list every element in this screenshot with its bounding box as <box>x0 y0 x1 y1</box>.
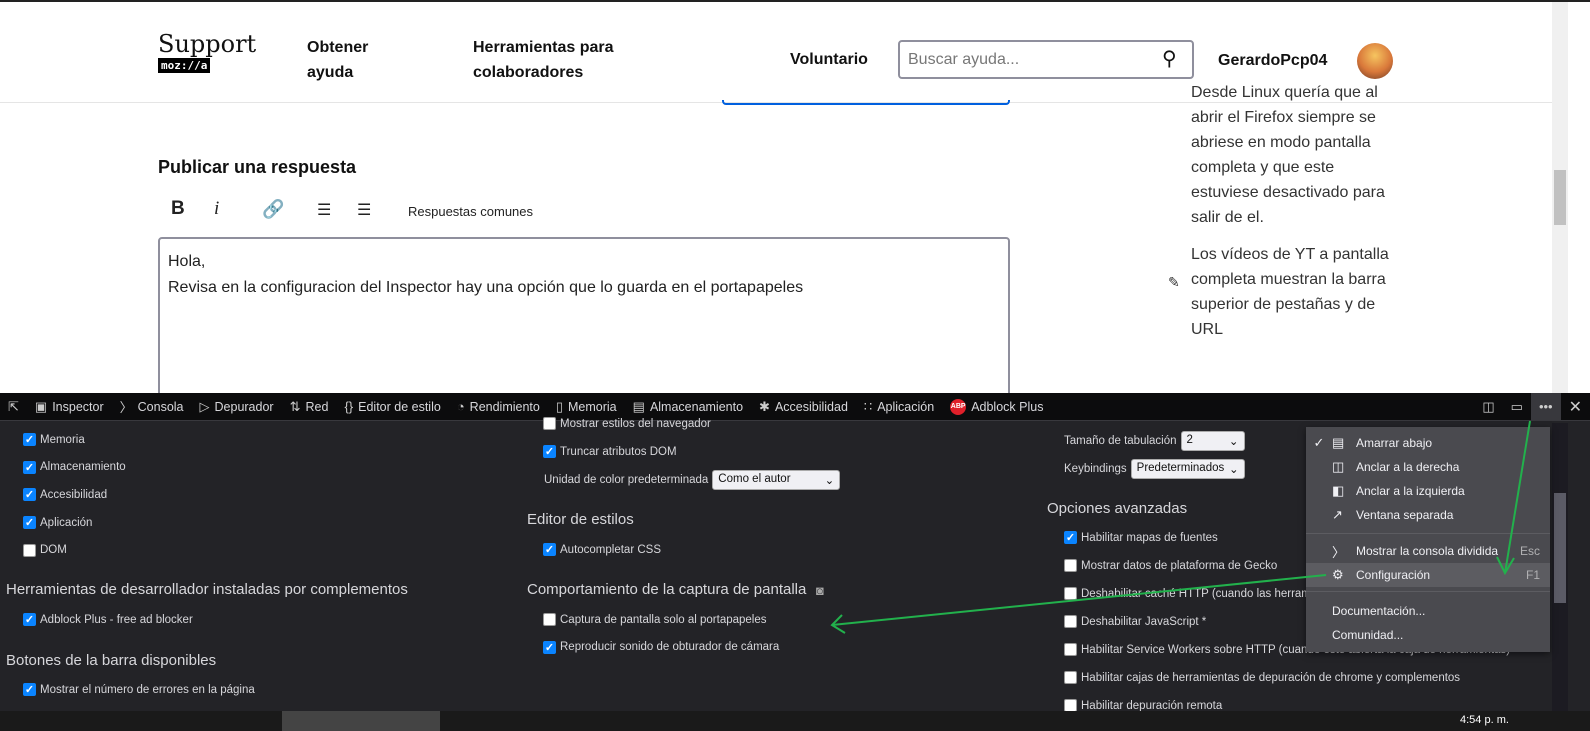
bullet-list-icon[interactable]: ☰ <box>357 200 371 220</box>
taskbar: 4:54 p. m. <box>0 711 1590 731</box>
related-question[interactable]: Desde Linux quería que al abrir el Firef… <box>1191 80 1391 230</box>
taskbar-active-app[interactable] <box>282 711 440 731</box>
web-page: Support moz://a Obtener ayuda Herramient… <box>0 0 1590 393</box>
logo[interactable]: Support <box>158 30 256 58</box>
search-icon[interactable]: ⚲ <box>1162 46 1177 71</box>
numbered-list-icon[interactable]: ☰ <box>317 200 331 220</box>
related-question[interactable]: Los vídeos de YT a pantalla completa mue… <box>1191 242 1391 342</box>
avatar[interactable] <box>1357 43 1393 79</box>
arrow-down <box>1504 420 1531 574</box>
reply-title: Publicar una respuesta <box>158 157 357 177</box>
arrow-left <box>831 574 1327 626</box>
common-responses-button[interactable]: Respuestas comunes <box>408 204 533 219</box>
link-icon[interactable]: 🔗 <box>262 199 284 220</box>
clock: 4:54 p. m. <box>1460 714 1509 726</box>
italic-button[interactable]: i <box>214 198 219 220</box>
related-questions: Desde Linux quería que al abrir el Firef… <box>1191 84 1391 342</box>
bold-button[interactable]: B <box>171 198 185 220</box>
nav-herramientas[interactable]: Herramientas para colaboradores <box>473 35 643 85</box>
annotation-arrows <box>830 420 1531 634</box>
search-input[interactable]: Buscar ayuda... <box>898 40 1194 79</box>
reply-textarea[interactable]: Hola, Revisa en la configuracion del Ins… <box>158 237 1010 393</box>
devtools-panel: ⇱ ▣ Inspector 〉 Consola ▷ Depurador ⇅ Red {}… <box>0 392 1590 712</box>
edit-icon: ✎ <box>1168 274 1180 290</box>
nav-voluntario[interactable]: Voluntario <box>790 47 868 72</box>
button-edge <box>722 100 1010 105</box>
mozilla-logo[interactable]: moz://a <box>158 58 211 73</box>
nav-obtener-ayuda[interactable]: Obtener ayuda <box>307 35 397 85</box>
reply-line: Revisa en la configuracion del Inspector… <box>168 279 804 296</box>
reply-line: Hola, <box>168 253 206 270</box>
username[interactable]: GerardoPcp04 <box>1218 48 1327 73</box>
page-scrollbar-thumb[interactable] <box>1554 170 1566 225</box>
